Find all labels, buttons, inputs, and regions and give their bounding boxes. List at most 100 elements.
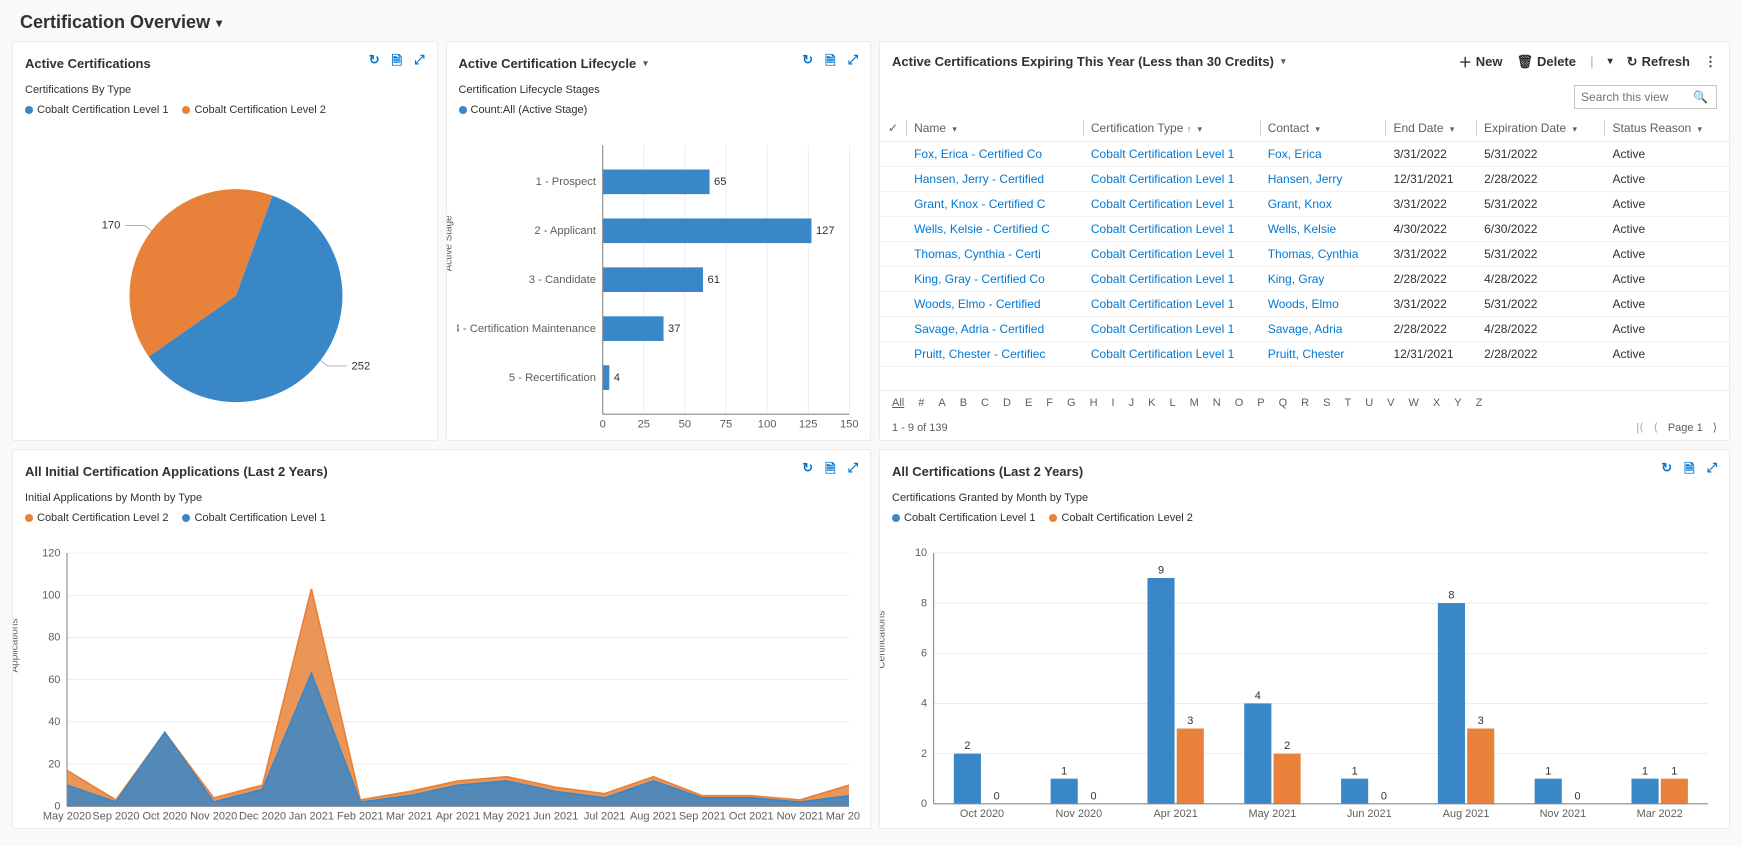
contact-link[interactable]: Grant, Knox: [1268, 197, 1332, 211]
name-link[interactable]: Pruitt, Chester - Certifiec: [914, 347, 1045, 361]
contact-link[interactable]: Hansen, Jerry: [1268, 172, 1343, 186]
table-row[interactable]: Grant, Knox - Certified C Cobalt Certifi…: [880, 192, 1729, 217]
contact-link[interactable]: King, Gray: [1268, 272, 1325, 286]
refresh-icon[interactable]: ↻: [802, 52, 813, 74]
name-link[interactable]: Woods, Elmo - Certified: [914, 297, 1041, 311]
alpha-letter[interactable]: I: [1112, 397, 1115, 409]
alpha-letter[interactable]: H: [1090, 397, 1098, 409]
legend-item[interactable]: Cobalt Certification Level 1: [25, 104, 168, 116]
alpha-letter[interactable]: R: [1301, 397, 1309, 409]
refresh-button[interactable]: ↻Refresh: [1627, 54, 1690, 70]
alpha-letter[interactable]: F: [1046, 397, 1053, 409]
column-header[interactable]: Status Reason ▾: [1604, 115, 1729, 142]
alpha-letter[interactable]: B: [960, 397, 967, 409]
first-page-icon[interactable]: |⟨: [1636, 421, 1643, 434]
alpha-letter[interactable]: Q: [1279, 397, 1288, 409]
column-header[interactable]: Expiration Date ▾: [1476, 115, 1604, 142]
type-link[interactable]: Cobalt Certification Level 1: [1091, 322, 1234, 336]
contact-link[interactable]: Thomas, Cynthia: [1268, 247, 1359, 261]
alpha-letter[interactable]: E: [1025, 397, 1032, 409]
column-header[interactable]: Certification Type ↑ ▾: [1083, 115, 1260, 142]
contact-link[interactable]: Savage, Adria: [1268, 322, 1343, 336]
more-icon[interactable]: ⋮: [1704, 54, 1717, 70]
alpha-letter[interactable]: Y: [1454, 397, 1461, 409]
alpha-letter[interactable]: U: [1365, 397, 1373, 409]
legend-item[interactable]: Cobalt Certification Level 2: [182, 104, 325, 116]
alpha-letter[interactable]: T: [1344, 397, 1351, 409]
refresh-icon[interactable]: ↻: [1661, 460, 1672, 482]
type-link[interactable]: Cobalt Certification Level 1: [1091, 147, 1234, 161]
next-page-icon[interactable]: ⟩: [1713, 421, 1717, 434]
chevron-down-icon[interactable]: ▾: [1608, 56, 1613, 67]
view-records-icon[interactable]: 🗎: [1684, 460, 1694, 482]
alpha-letter[interactable]: All: [892, 397, 904, 409]
legend-item[interactable]: Cobalt Certification Level 2: [25, 512, 168, 524]
alpha-letter[interactable]: L: [1169, 397, 1175, 409]
alpha-letter[interactable]: K: [1148, 397, 1155, 409]
alpha-letter[interactable]: X: [1433, 397, 1440, 409]
alpha-letter[interactable]: C: [981, 397, 989, 409]
checkmark-icon[interactable]: ✓: [888, 121, 898, 135]
alpha-letter[interactable]: A: [938, 397, 945, 409]
view-records-icon[interactable]: 🗎: [825, 460, 835, 482]
delete-button[interactable]: 🗑Delete: [1516, 54, 1576, 70]
popout-icon[interactable]: ⤢: [848, 52, 858, 74]
legend-item[interactable]: Count:All (Active Stage): [459, 104, 588, 116]
legend-item[interactable]: Cobalt Certification Level 1: [892, 512, 1035, 524]
table-row[interactable]: Hansen, Jerry - Certified Cobalt Certifi…: [880, 167, 1729, 192]
type-link[interactable]: Cobalt Certification Level 1: [1091, 347, 1234, 361]
column-header[interactable]: Name ▾: [906, 115, 1083, 142]
popout-icon[interactable]: ⤢: [1707, 460, 1717, 482]
alpha-letter[interactable]: G: [1067, 397, 1076, 409]
column-header[interactable]: Contact ▾: [1260, 115, 1386, 142]
type-link[interactable]: Cobalt Certification Level 1: [1091, 222, 1234, 236]
popout-icon[interactable]: ⤢: [414, 52, 424, 74]
alpha-letter[interactable]: #: [918, 397, 924, 409]
alpha-letter[interactable]: Z: [1476, 397, 1483, 409]
name-link[interactable]: Savage, Adria - Certified: [914, 322, 1044, 336]
hbar-chart[interactable]: 02550751001251501 - Prospect652 - Applic…: [457, 126, 861, 441]
popout-icon[interactable]: ⤢: [848, 460, 858, 482]
table-row[interactable]: King, Gray - Certified Co Cobalt Certifi…: [880, 267, 1729, 292]
alpha-letter[interactable]: P: [1257, 397, 1264, 409]
alpha-letter[interactable]: N: [1213, 397, 1221, 409]
name-link[interactable]: Hansen, Jerry - Certified: [914, 172, 1044, 186]
search-box[interactable]: 🔍: [1574, 85, 1717, 109]
type-link[interactable]: Cobalt Certification Level 1: [1091, 247, 1234, 261]
column-header[interactable]: End Date ▾: [1385, 115, 1476, 142]
table-row[interactable]: Pruitt, Chester - Certifiec Cobalt Certi…: [880, 342, 1729, 367]
view-records-icon[interactable]: 🗎: [392, 52, 402, 74]
alpha-letter[interactable]: J: [1129, 397, 1135, 409]
alpha-letter[interactable]: D: [1003, 397, 1011, 409]
type-link[interactable]: Cobalt Certification Level 1: [1091, 297, 1234, 311]
chevron-down-icon[interactable]: ▾: [643, 58, 648, 69]
table-row[interactable]: Savage, Adria - Certified Cobalt Certifi…: [880, 317, 1729, 342]
view-records-icon[interactable]: 🗎: [825, 52, 835, 74]
refresh-icon[interactable]: ↻: [369, 52, 380, 74]
type-link[interactable]: Cobalt Certification Level 1: [1091, 272, 1234, 286]
search-icon[interactable]: 🔍: [1685, 86, 1716, 108]
contact-link[interactable]: Pruitt, Chester: [1268, 347, 1345, 361]
alpha-letter[interactable]: S: [1323, 397, 1330, 409]
chevron-down-icon[interactable]: ▾: [1281, 56, 1286, 67]
new-button[interactable]: ＋New: [1459, 52, 1503, 71]
alpha-letter[interactable]: W: [1409, 397, 1419, 409]
search-input[interactable]: [1575, 86, 1685, 108]
alpha-letter[interactable]: M: [1190, 397, 1199, 409]
grouped-bar-chart[interactable]: 024681020Oct 202010Nov 202093Apr 202142M…: [890, 534, 1719, 829]
refresh-icon[interactable]: ↻: [802, 460, 813, 482]
name-link[interactable]: King, Gray - Certified Co: [914, 272, 1045, 286]
table-row[interactable]: Wells, Kelsie - Certified C Cobalt Certi…: [880, 217, 1729, 242]
pie-chart[interactable]: 252170: [23, 126, 427, 441]
name-link[interactable]: Wells, Kelsie - Certified C: [914, 222, 1050, 236]
prev-page-icon[interactable]: ⟨: [1654, 421, 1658, 434]
table-row[interactable]: Fox, Erica - Certified Co Cobalt Certifi…: [880, 142, 1729, 167]
name-link[interactable]: Thomas, Cynthia - Certi: [914, 247, 1041, 261]
area-chart[interactable]: 020406080100120May 2020Sep 2020Oct 2020N…: [23, 534, 860, 829]
contact-link[interactable]: Wells, Kelsie: [1268, 222, 1336, 236]
type-link[interactable]: Cobalt Certification Level 1: [1091, 197, 1234, 211]
table-row[interactable]: Woods, Elmo - Certified Cobalt Certifica…: [880, 292, 1729, 317]
name-link[interactable]: Fox, Erica - Certified Co: [914, 147, 1042, 161]
contact-link[interactable]: Fox, Erica: [1268, 147, 1322, 161]
type-link[interactable]: Cobalt Certification Level 1: [1091, 172, 1234, 186]
